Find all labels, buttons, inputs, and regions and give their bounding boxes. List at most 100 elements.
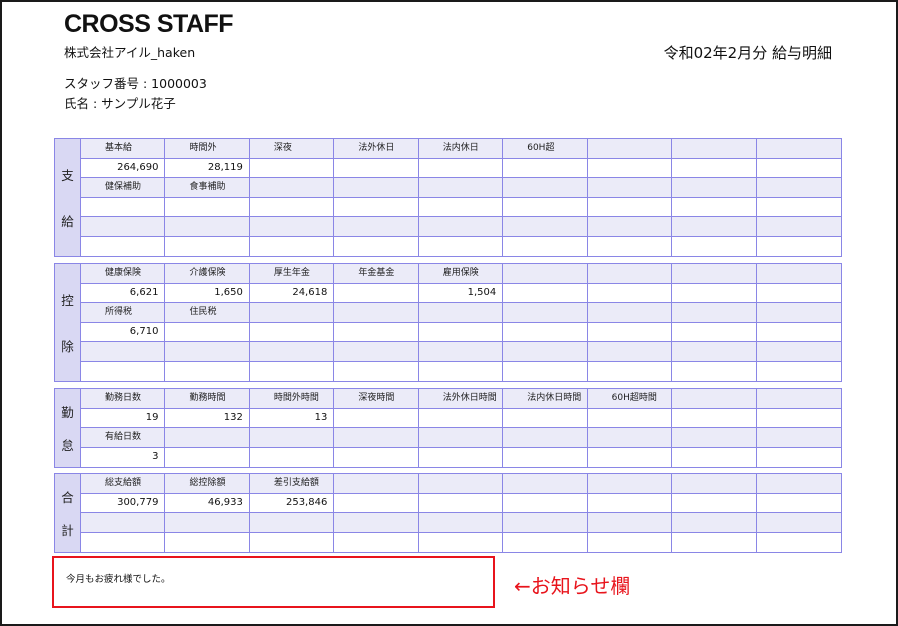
item-value-cell — [587, 236, 673, 256]
item-label-cell: 介護保険 — [165, 264, 250, 284]
item-label-cell: 勤務日数 — [81, 389, 166, 409]
section-payments: 支 給 基本給 時間外 深夜 法外休日 法内休日 60H超 264,690 28,119 健保補… — [54, 138, 842, 257]
item-label-cell — [81, 342, 166, 362]
item-label-cell: 法内休日 — [418, 139, 504, 159]
item-value-cell — [756, 322, 841, 342]
notice-box: 今月もお疲れ様でした。 — [52, 556, 495, 608]
item-label-cell — [249, 513, 335, 533]
item-value-cell: 19 — [81, 408, 166, 428]
item-value-cell — [672, 532, 757, 552]
section-label: 支 給 — [55, 139, 81, 256]
item-label-cell — [503, 513, 588, 533]
section-label: 控 除 — [55, 264, 81, 381]
item-label-cell — [249, 303, 335, 323]
item-label-cell: 健保補助 — [81, 178, 166, 198]
staff-name: 氏名 : サンプル花子 — [64, 96, 176, 111]
item-value-cell — [587, 532, 673, 552]
section-label-char: 控 — [61, 293, 74, 309]
item-label-cell: 法外休日 — [334, 139, 419, 159]
item-value-cell — [165, 322, 250, 342]
section-attendance: 勤 怠 勤務日数 勤務時間 時間外時間 深夜時間 法外休日時間 法内休日時間 60H超時間 1… — [54, 388, 842, 468]
item-value-cell — [587, 361, 673, 381]
item-value-cell — [418, 493, 504, 513]
item-label-cell — [587, 303, 673, 323]
item-value-cell — [672, 493, 757, 513]
item-label-cell: 健康保険 — [81, 264, 166, 284]
item-label-cell — [672, 303, 757, 323]
item-value-cell — [587, 197, 673, 217]
item-label-cell — [756, 264, 841, 284]
item-label-cell — [418, 178, 504, 198]
item-label-cell — [418, 513, 504, 533]
item-value-cell — [756, 532, 841, 552]
staff-number: スタッフ番号 : 1000003 — [64, 76, 207, 91]
item-value-cell — [587, 493, 673, 513]
deductions-grid: 健康保険 介護保険 厚生年金 年金基金 雇用保険 6,621 1,650 24,618 1,50… — [81, 264, 841, 381]
item-label-cell: 勤務時間 — [165, 389, 250, 409]
item-value-cell — [503, 322, 588, 342]
item-value-cell — [756, 197, 841, 217]
company-name: 株式会社アイル_haken — [64, 45, 196, 60]
item-label-cell — [587, 342, 673, 362]
item-value-cell — [418, 158, 504, 178]
item-label-cell — [756, 303, 841, 323]
item-label-cell — [756, 389, 841, 409]
item-label-cell — [672, 428, 757, 448]
item-value-cell — [81, 532, 166, 552]
item-value-cell — [503, 283, 588, 303]
item-value-cell — [756, 408, 841, 428]
item-label-cell — [418, 217, 504, 237]
item-value-cell — [165, 532, 250, 552]
item-value-cell: 3 — [81, 447, 166, 467]
item-value-cell — [756, 236, 841, 256]
item-label-cell: 法外休日時間 — [418, 389, 504, 409]
item-value-cell — [81, 361, 166, 381]
attendance-grid: 勤務日数 勤務時間 時間外時間 深夜時間 法外休日時間 法内休日時間 60H超時間 19 132… — [81, 389, 841, 467]
item-label-cell: 60H超 — [503, 139, 588, 159]
item-value-cell — [672, 361, 757, 381]
item-label-cell — [756, 342, 841, 362]
item-label-cell — [418, 303, 504, 323]
item-value-cell — [334, 447, 419, 467]
item-label-cell — [587, 139, 673, 159]
item-value-cell — [587, 447, 673, 467]
item-label-cell — [503, 264, 588, 284]
notice-annotation: ←お知らせ欄 — [514, 574, 631, 598]
item-label-cell — [672, 342, 757, 362]
item-label-cell — [756, 474, 841, 494]
item-value-cell — [672, 408, 757, 428]
item-value-cell — [672, 283, 757, 303]
item-label-cell — [672, 474, 757, 494]
item-label-cell — [756, 428, 841, 448]
item-value-cell — [503, 447, 588, 467]
item-label-cell — [249, 178, 335, 198]
item-label-cell — [756, 217, 841, 237]
item-value-cell — [672, 447, 757, 467]
item-value-cell: 253,846 — [249, 493, 335, 513]
item-label-cell: 雇用保険 — [418, 264, 504, 284]
section-deductions: 控 除 健康保険 介護保険 厚生年金 年金基金 雇用保険 6,621 1,650 24,618… — [54, 263, 842, 382]
item-value-cell: 264,690 — [81, 158, 166, 178]
item-value-cell — [503, 158, 588, 178]
item-value-cell — [81, 236, 166, 256]
item-label-cell: 深夜 — [249, 139, 335, 159]
item-value-cell — [587, 283, 673, 303]
item-value-cell — [503, 361, 588, 381]
item-value-cell: 46,933 — [165, 493, 250, 513]
payslip-title: 令和02年2月分 給与明細 — [663, 44, 832, 62]
section-totals: 合 計 総支給額 総控除額 差引支給額 300,779 46,933 253,846 — [54, 473, 842, 553]
section-label: 合 計 — [55, 474, 81, 552]
item-label-cell: 総控除額 — [165, 474, 250, 494]
company-logo: CROSS STAFF — [64, 10, 234, 38]
item-label-cell: 差引支給額 — [249, 474, 335, 494]
item-label-cell: 法内休日時間 — [503, 389, 588, 409]
item-value-cell — [165, 447, 250, 467]
item-label-cell — [334, 178, 419, 198]
item-label-cell: 年金基金 — [334, 264, 419, 284]
item-value-cell — [418, 447, 504, 467]
item-value-cell — [503, 532, 588, 552]
item-value-cell: 6,621 — [81, 283, 166, 303]
item-value-cell — [756, 361, 841, 381]
item-label-cell: 深夜時間 — [334, 389, 419, 409]
item-label-cell — [672, 217, 757, 237]
